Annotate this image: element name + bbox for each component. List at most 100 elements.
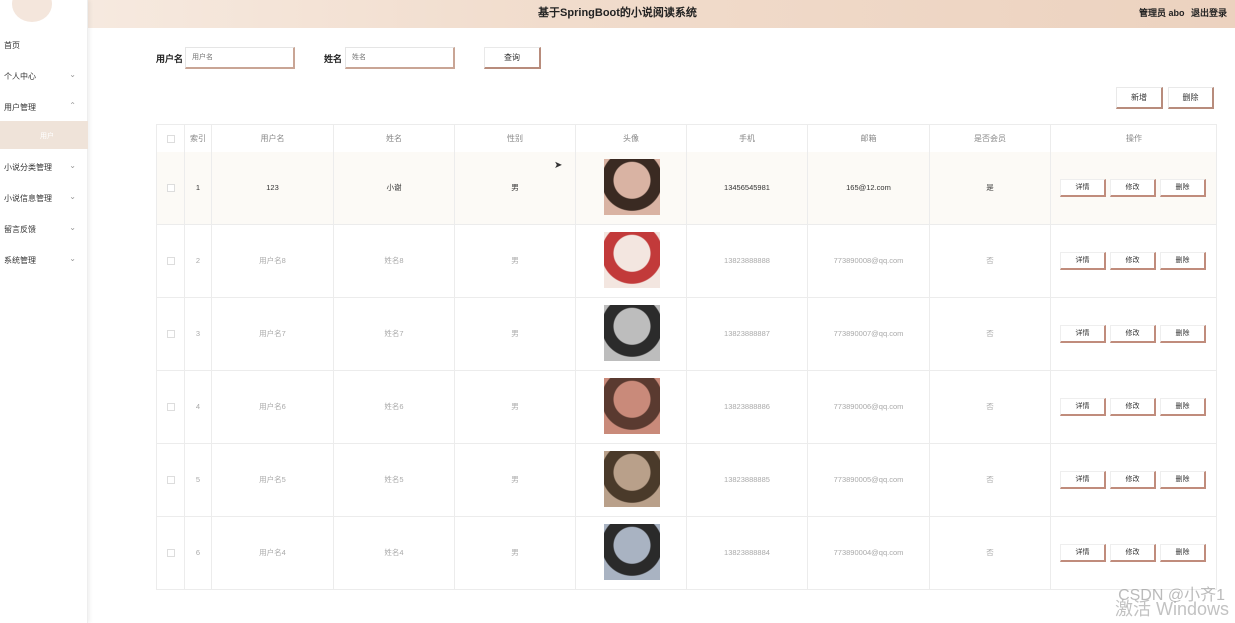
delete-button[interactable]: 删除 [1160,252,1206,270]
select-all-checkbox-cell[interactable] [157,125,185,152]
row-checkbox-cell [157,298,185,370]
edit-button[interactable]: 修改 [1110,325,1156,343]
logout-link[interactable]: 退出登录 [1191,8,1227,18]
detail-button[interactable]: 详情 [1060,544,1106,562]
phone-cell: 13823888886 [687,371,808,443]
name-label: 姓名 [324,54,343,64]
checkbox[interactable] [166,549,175,558]
sidebar-item-feedback[interactable]: 留言反馈 ⌄ [0,223,88,240]
delete-button[interactable]: 删除 [1160,325,1206,343]
email-cell: 773890008@qq.com [808,225,930,297]
avatar-cell [576,298,687,370]
column-header: 索引 [185,125,212,152]
avatar-cell [576,371,687,443]
email-cell: 773890005@qq.com [808,444,930,516]
member-cell: 否 [930,371,1051,443]
username-search-input[interactable] [185,47,295,69]
avatar-cell [576,152,687,224]
gender-cell: 男 [455,298,576,370]
chevron-down-icon: ⌄ [69,254,76,263]
gender-cell: 男 [455,444,576,516]
checkbox[interactable] [166,184,175,193]
table-row[interactable]: 2 用户名8 姓名8 男 13823888888 773890008@qq.com 否详情修… [156,225,1217,298]
avatar-cell [576,225,687,297]
sidebar-subitem-users[interactable]: 用户 [0,121,88,149]
avatar-image [604,159,660,215]
name-cell: 姓名6 [334,371,455,443]
sidebar-item-home[interactable]: 首页 [0,40,88,56]
table-row[interactable]: 4 用户名6 姓名6 男 13823888886 773890006@qq.com 否详情修… [156,371,1217,444]
phone-cell: 13456545981 [687,152,808,224]
column-header: 手机 [687,125,808,152]
phone-cell: 13823888885 [687,444,808,516]
index-cell: 2 [185,225,212,297]
avatar-cell [576,517,687,589]
sidebar-item-novel-category[interactable]: 小说分类管理 ⌄ [0,161,88,178]
phone-cell: 13823888884 [687,517,808,589]
index-cell: 5 [185,444,212,516]
query-button[interactable]: 查询 [484,47,541,69]
actions-cell: 详情 修改 删除 [1051,152,1217,224]
member-cell: 是 [930,152,1051,224]
checkbox[interactable] [166,134,175,143]
detail-button[interactable]: 详情 [1060,325,1106,343]
username-cell: 用户名6 [212,371,334,443]
detail-button[interactable]: 详情 [1060,252,1106,270]
column-header: 性别 [455,125,576,152]
actions-cell: 详情 修改 删除 [1051,225,1217,297]
top-header: 基于SpringBoot的小说阅读系统 管理员 abo 退出登录 [0,0,1235,28]
table-row[interactable]: 3 用户名7 姓名7 男 13823888887 773890007@qq.com 否详情修… [156,298,1217,371]
delete-button[interactable]: 删除 [1160,471,1206,489]
edit-button[interactable]: 修改 [1110,252,1156,270]
checkbox[interactable] [166,330,175,339]
email-cell: 773890006@qq.com [808,371,930,443]
add-button[interactable]: 新增 [1116,87,1163,109]
delete-button[interactable]: 删除 [1160,179,1206,197]
sidebar-item-users[interactable]: 用户管理 ⌃ [0,101,88,118]
detail-button[interactable]: 详情 [1060,471,1106,489]
logo [12,0,52,22]
delete-button[interactable]: 删除 [1160,544,1206,562]
checkbox[interactable] [166,476,175,485]
detail-button[interactable]: 详情 [1060,398,1106,416]
name-cell: 姓名4 [334,517,455,589]
sidebar-item-label: 留言反馈 [4,225,36,234]
table-row[interactable]: 6 用户名4 姓名4 男 13823888884 773890004@qq.com 否详情修… [156,517,1217,590]
avatar-image [604,305,660,361]
edit-button[interactable]: 修改 [1110,471,1156,489]
chevron-down-icon: ⌄ [69,223,76,232]
name-cell: 姓名5 [334,444,455,516]
email-cell: 773890004@qq.com [808,517,930,589]
sidebar-item-system[interactable]: 系统管理 ⌄ [0,254,88,271]
name-search-input[interactable] [345,47,455,69]
chevron-down-icon: ⌄ [69,161,76,170]
row-checkbox-cell [157,444,185,516]
row-checkbox-cell [157,371,185,443]
phone-cell: 13823888887 [687,298,808,370]
checkbox[interactable] [166,257,175,266]
windows-activation-watermark: 激活 Windows [1114,599,1229,619]
table-row[interactable]: 1 123 小谢男 13456545981 165@12.com 是详情 修改 删除 [156,152,1217,225]
index-cell: 3 [185,298,212,370]
row-checkbox-cell [157,225,185,297]
detail-button[interactable]: 详情 [1060,179,1106,197]
edit-button[interactable]: 修改 [1110,179,1156,197]
delete-button[interactable]: 删除 [1160,398,1206,416]
edit-button[interactable]: 修改 [1110,398,1156,416]
column-header: 操作 [1126,134,1142,143]
name-cell: 小谢 [334,152,455,224]
email-cell: 165@12.com [808,152,930,224]
sidebar-item-novel-info[interactable]: 小说信息管理 ⌄ [0,192,88,209]
column-header: 姓名 [334,125,455,152]
edit-button[interactable]: 修改 [1110,544,1156,562]
column-header: 邮箱 [808,125,930,152]
avatar-image [604,232,660,288]
gender-cell: 男 [455,371,576,443]
index-cell: 1 [185,152,212,224]
batch-delete-button[interactable]: 删除 [1168,87,1214,109]
checkbox[interactable] [166,403,175,412]
table-row[interactable]: 5 用户名5 姓名5 男 13823888885 773890005@qq.com 否详情修… [156,444,1217,517]
sidebar-item-profile[interactable]: 个人中心 ⌄ [0,70,88,87]
avatar-image [604,378,660,434]
table-header: 索引 用户名 姓名 性别 头像 手机 邮箱 是否会员 操作 [156,124,1217,152]
